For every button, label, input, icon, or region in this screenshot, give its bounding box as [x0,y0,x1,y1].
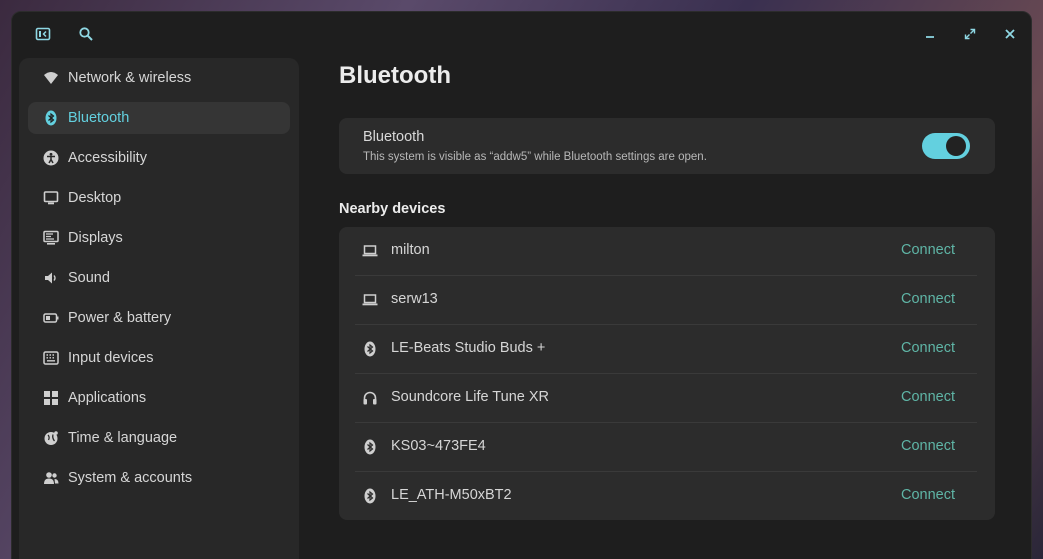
laptop-icon [361,242,379,260]
bluetooth-icon [361,340,379,358]
sidebar-item-input-devices[interactable]: Input devices [28,342,290,374]
connect-button[interactable]: Connect [901,389,955,405]
search-icon [79,27,93,41]
settings-window: Network & wireless Bluetooth Accessibili… [11,11,1032,559]
laptop-icon [361,291,379,309]
sidebar-item-network[interactable]: Network & wireless [28,62,290,94]
sidebar-item-label: Bluetooth [68,110,130,126]
device-name: LE-Beats Studio Buds + [391,340,546,356]
sidebar-item-label: Accessibility [68,150,147,166]
nearby-devices-title: Nearby devices [339,201,446,217]
bluetooth-card: Bluetooth This system is visible as “add… [339,118,995,174]
connect-button[interactable]: Connect [901,487,955,503]
accessibility-icon [42,149,60,167]
device-name: KS03~473FE4 [391,438,486,454]
bluetooth-toggle[interactable] [922,133,970,159]
desktop-icon [42,189,60,207]
sidebar-toggle-button[interactable] [31,22,55,46]
sidebar-item-bluetooth[interactable]: Bluetooth [28,102,290,134]
nearby-devices-list: milton Connect serw13 Connect LE-Beats S… [339,227,995,520]
sidebar-item-label: Applications [68,390,147,406]
list-item[interactable]: milton Connect [355,227,977,276]
connect-button[interactable]: Connect [901,291,955,307]
keyboard-icon [42,349,60,367]
search-button[interactable] [74,22,98,46]
sidebar-item-accessibility[interactable]: Accessibility [28,142,290,174]
headphones-icon [361,389,379,407]
connect-button[interactable]: Connect [901,438,955,454]
list-item[interactable]: Soundcore Life Tune XR Connect [355,374,977,423]
device-name: milton [391,242,430,258]
sidebar-item-label: System & accounts [68,470,193,486]
bluetooth-card-subtitle: This system is visible as “addw5” while … [363,151,707,163]
globe-icon [42,429,60,447]
device-name: LE_ATH-M50xBT2 [391,487,512,503]
list-item[interactable]: LE-Beats Studio Buds + Connect [355,325,977,374]
main-content: Bluetooth Bluetooth This system is visib… [339,12,1031,559]
toggle-knob [946,136,966,156]
connect-button[interactable]: Connect [901,340,955,356]
sidebar-item-applications[interactable]: Applications [28,382,290,414]
page-title: Bluetooth [339,62,451,89]
wifi-icon [42,69,60,87]
connect-button[interactable]: Connect [901,242,955,258]
bluetooth-icon [361,487,379,505]
bluetooth-icon [42,109,60,127]
sidebar-item-sound[interactable]: Sound [28,262,290,294]
sidebar-item-time-language[interactable]: Time & language [28,422,290,454]
battery-icon [42,309,60,327]
bluetooth-icon [361,438,379,456]
list-item[interactable]: LE_ATH-M50xBT2 Connect [355,472,977,521]
sidebar-item-displays[interactable]: Displays [28,222,290,254]
speaker-icon [42,269,60,287]
users-icon [42,469,60,487]
sidebar-item-label: Displays [68,230,123,246]
sidebar-item-power[interactable]: Power & battery [28,302,290,334]
sidebar-item-label: Sound [68,270,110,286]
sidebar-item-desktop[interactable]: Desktop [28,182,290,214]
sidebar-toggle-icon [35,27,51,41]
list-item[interactable]: serw13 Connect [355,276,977,325]
grid-icon [42,389,60,407]
device-name: Soundcore Life Tune XR [391,389,549,405]
sidebar-item-system-accounts[interactable]: System & accounts [28,462,290,494]
sidebar-item-label: Desktop [68,190,122,206]
sidebar: Network & wireless Bluetooth Accessibili… [19,58,299,559]
bluetooth-card-title: Bluetooth [363,129,425,145]
list-item[interactable]: KS03~473FE4 Connect [355,423,977,472]
device-name: serw13 [391,291,438,307]
sidebar-item-label: Time & language [68,430,178,446]
sidebar-item-label: Input devices [68,350,154,366]
sidebar-item-label: Network & wireless [68,70,192,86]
displays-icon [42,229,60,247]
sidebar-item-label: Power & battery [68,310,172,326]
